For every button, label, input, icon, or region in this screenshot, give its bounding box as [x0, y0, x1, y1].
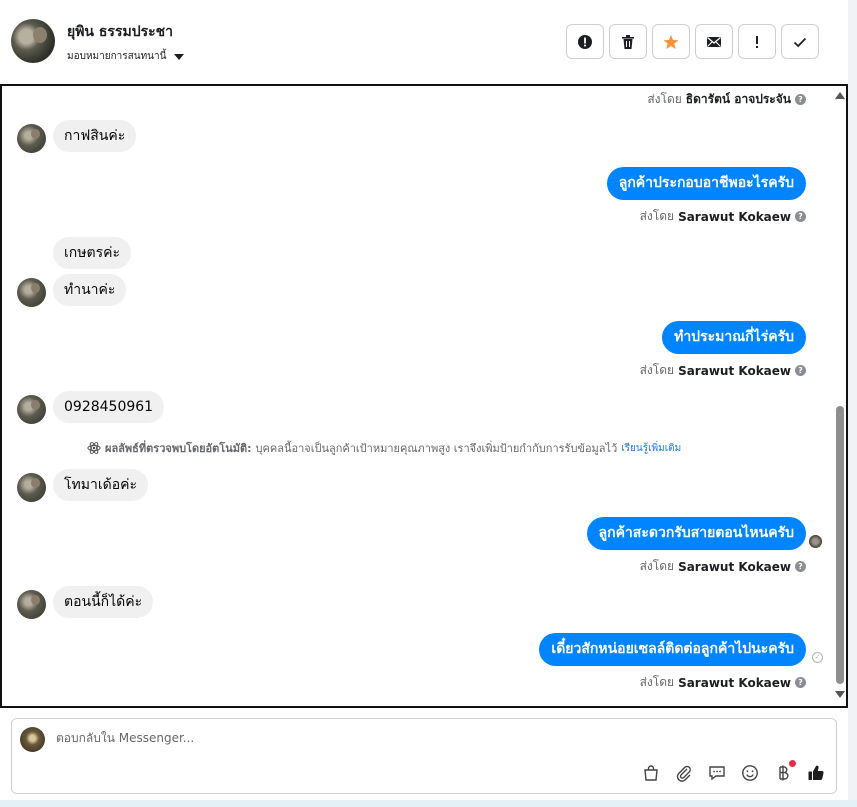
outgoing-message[interactable]: เดี๋ยวสักหน่อยเซลล์ติดต่อลูกค้าไปนะครับ [539, 633, 806, 666]
spam-button[interactable] [566, 24, 604, 59]
assign-label: มอบหมายการสนทนานี้ [67, 51, 167, 62]
baht-icon [779, 765, 789, 781]
trash-icon [622, 34, 634, 49]
sent-by-prefix: ส่งโดย [639, 363, 675, 377]
incoming-message[interactable]: โทมาเด้อค่ะ [53, 469, 149, 501]
sent-by-label: ส่งโดย Sarawut Kokaew ? [640, 673, 806, 692]
sent-by-label: ส่งโดย Sarawut Kokaew ? [640, 557, 806, 576]
sender-avatar[interactable] [17, 590, 46, 619]
reply-composer [11, 718, 837, 794]
exclamation-icon [756, 35, 758, 48]
mark-unread-button[interactable] [695, 24, 733, 59]
sender-avatar[interactable] [17, 124, 46, 153]
auto-detected-text: บุคคลนี้อาจเป็นลูกค้าเป้าหมายคุณภาพสูง เ… [255, 442, 618, 455]
sender-avatar[interactable] [17, 473, 46, 502]
mail-icon [707, 36, 721, 47]
sent-by-prefix: ส่งโดย [647, 92, 682, 106]
sender-name: Sarawut Kokaew [678, 559, 791, 574]
incoming-message[interactable]: 0928450961 [53, 391, 165, 423]
attach-button[interactable] [674, 763, 694, 783]
auto-detected-note: ผลลัพธ์ที่ตรวจพบโดยอัตโนมัติ: บุคคลนี้อา… [87, 439, 681, 457]
help-icon[interactable]: ? [795, 561, 806, 572]
thumbs-up-icon [808, 765, 824, 781]
emoji-button[interactable] [740, 763, 760, 783]
sent-by-label: ส่งโดย Sarawut Kokaew ? [640, 207, 806, 226]
star-button[interactable] [652, 24, 690, 59]
alert-circle-icon [578, 34, 592, 49]
sent-check-icon: ✓ [812, 652, 823, 663]
mark-done-button[interactable] [781, 24, 819, 59]
delete-button[interactable] [609, 24, 647, 59]
like-button[interactable] [806, 763, 826, 783]
check-icon [793, 37, 807, 47]
sent-by-label: ส่งโดย Sarawut Kokaew ? [640, 361, 806, 380]
paperclip-icon [676, 765, 691, 782]
bottom-strip [0, 800, 857, 807]
help-icon[interactable]: ? [795, 94, 806, 105]
contact-name[interactable]: ยุพิน ธรรมประชา [67, 21, 173, 43]
page-avatar [20, 727, 45, 752]
star-icon [663, 34, 679, 49]
sender-name: Sarawut Kokaew [678, 363, 791, 378]
composer-tools [641, 760, 826, 783]
help-icon[interactable]: ? [795, 365, 806, 376]
conversation-toolbar [566, 24, 819, 59]
sender-name: Sarawut Kokaew [678, 209, 791, 224]
atom-icon [87, 442, 101, 454]
conversation-header: ยุพิน ธรรมประชา มอบหมายการสนทนานี้ [0, 0, 847, 84]
scroll-down-arrow[interactable] [835, 691, 845, 698]
sent-by-prefix: ส่งโดย [639, 209, 675, 223]
notification-badge [789, 760, 796, 767]
payment-button[interactable] [773, 760, 796, 783]
outgoing-message[interactable]: ทำประมาณกี่ไร่ครับ [662, 321, 806, 354]
incoming-message[interactable]: เกษตรค่ะ [53, 237, 131, 269]
sender-name: ธิดารัตน์ อาจประจัน [685, 92, 791, 106]
auto-detected-label: ผลลัพธ์ที่ตรวจพบโดยอัตโนมัติ: [105, 442, 252, 455]
seen-indicator-avatar [809, 535, 822, 548]
reply-input[interactable] [56, 731, 756, 745]
scroll-up-arrow[interactable] [835, 92, 845, 99]
bag-icon [644, 765, 658, 781]
saved-replies-button[interactable] [707, 763, 727, 783]
learn-more-link[interactable]: เรียนรู้เพิ่มเติม [621, 441, 681, 456]
caret-down-icon [174, 53, 185, 60]
sender-avatar[interactable] [17, 395, 46, 424]
sender-avatar[interactable] [17, 278, 46, 307]
help-icon[interactable]: ? [795, 677, 806, 688]
incoming-message[interactable]: ทำนาค่ะ [53, 274, 127, 306]
follow-up-button[interactable] [738, 24, 776, 59]
outgoing-message[interactable]: ลูกค้าประกอบอาชีพอะไรครับ [606, 167, 806, 200]
message-thread[interactable]: ส่งโดย ธิดารัตน์ อาจประจัน ? กาฟสินค่ะ ล… [0, 84, 848, 708]
sent-by-prefix: ส่งโดย [639, 675, 675, 689]
help-icon[interactable]: ? [795, 211, 806, 222]
incoming-message[interactable]: ตอนนี้ก็ได้ค่ะ [53, 586, 154, 618]
shop-button[interactable] [641, 763, 661, 783]
scrollbar-thumb[interactable] [836, 406, 844, 684]
chat-bubble-icon [709, 766, 725, 781]
emoji-icon [742, 765, 758, 781]
outgoing-message[interactable]: ลูกค้าสะดวกรับสายตอนไหนครับ [586, 517, 806, 550]
contact-avatar[interactable] [11, 19, 55, 63]
scrollbar[interactable] [834, 86, 846, 706]
incoming-message[interactable]: กาฟสินค่ะ [53, 120, 137, 152]
sent-by-label: ส่งโดย ธิดารัตน์ อาจประจัน ? [647, 90, 806, 109]
assign-conversation-dropdown[interactable]: มอบหมายการสนทนานี้ [67, 49, 185, 64]
sender-name: Sarawut Kokaew [678, 675, 791, 690]
sent-by-prefix: ส่งโดย [639, 559, 675, 573]
window-edge [848, 0, 857, 807]
